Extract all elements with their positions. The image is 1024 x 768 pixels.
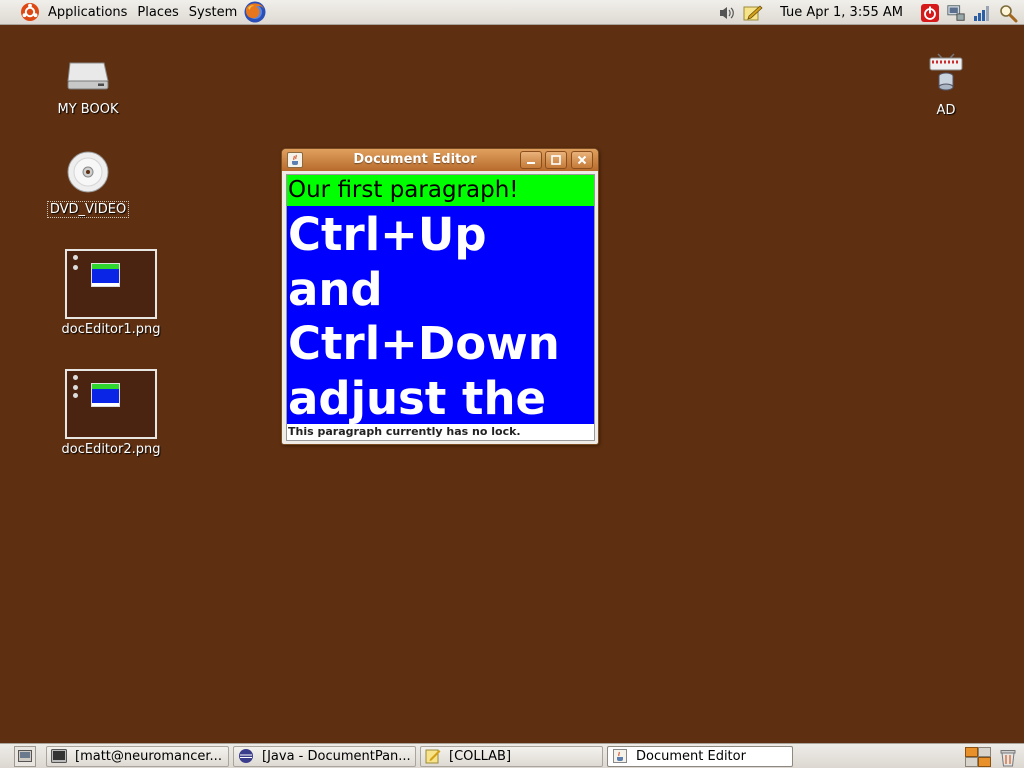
signal-strength-icon[interactable] xyxy=(972,3,992,23)
desktop-icon-ad[interactable]: AD xyxy=(891,50,1001,118)
desktop-icon-label: AD xyxy=(936,103,956,118)
menu-places[interactable]: Places xyxy=(132,0,183,25)
desktop-icon-label: docEditor2.png xyxy=(61,442,161,457)
menu-applications[interactable]: Applications xyxy=(43,0,132,25)
window-titlebar[interactable]: Document Editor xyxy=(282,149,598,171)
dvd-icon xyxy=(67,151,109,193)
document-editor-area[interactable]: Our first paragraph! Ctrl+Up and Ctrl+Do… xyxy=(286,174,595,441)
paragraph-1[interactable]: Our first paragraph! xyxy=(287,175,594,206)
desktop-icon-label: MY BOOK xyxy=(57,102,119,117)
taskbar-item-document-editor[interactable]: Document Editor xyxy=(607,745,793,767)
taskbar-item-label: Document Editor xyxy=(636,748,746,764)
minimize-button[interactable] xyxy=(520,151,542,169)
desktop-icon-doceditor1[interactable]: docEditor1.png xyxy=(56,249,166,337)
minimize-icon xyxy=(527,162,535,164)
eclipse-icon xyxy=(238,748,254,764)
notes-icon[interactable] xyxy=(743,3,763,23)
text-editor-icon xyxy=(425,748,441,764)
network-manager-icon[interactable] xyxy=(946,3,966,23)
bottom-panel: [matt@neuromancer... [Java - DocumentPan… xyxy=(0,743,1024,768)
taskbar-item-label: [matt@neuromancer... xyxy=(75,748,222,764)
workspace-switcher-icon[interactable] xyxy=(965,746,991,767)
show-desktop-button[interactable] xyxy=(14,745,36,767)
maximize-icon xyxy=(551,155,561,165)
desktop-icon-label: docEditor1.png xyxy=(61,322,161,337)
paragraph-2-header[interactable]: Ctrl+Up and Ctrl+Down adjust the header … xyxy=(287,206,594,424)
lock-status-text: This paragraph currently has no lock. xyxy=(287,424,594,440)
maximize-button[interactable] xyxy=(545,151,567,169)
close-button[interactable] xyxy=(571,151,593,169)
document-editor-window[interactable]: Document Editor Our first paragraph! Ctr… xyxy=(281,148,599,445)
taskbar-item-eclipse[interactable]: [Java - DocumentPan... xyxy=(233,745,416,767)
drive-icon xyxy=(67,62,109,90)
search-icon[interactable] xyxy=(998,3,1018,23)
terminal-icon xyxy=(51,748,67,764)
trash-icon[interactable] xyxy=(998,747,1018,767)
taskbar-item-collab[interactable]: [COLLAB] xyxy=(420,745,603,767)
image-thumbnail xyxy=(65,249,157,319)
menu-system[interactable]: System xyxy=(184,0,242,25)
clock[interactable]: Tue Apr 1, 3:55 AM xyxy=(766,5,917,20)
image-thumbnail xyxy=(65,369,157,439)
taskbar-item-label: [Java - DocumentPan... xyxy=(262,748,411,764)
show-desktop-icon xyxy=(18,750,32,762)
desktop-icon-label: DVD_VIDEO xyxy=(46,201,130,218)
taskbar-item-terminal[interactable]: [matt@neuromancer... xyxy=(46,745,229,767)
java-app-icon xyxy=(612,748,628,764)
network-server-icon xyxy=(929,53,963,91)
volume-icon[interactable] xyxy=(717,3,737,23)
power-icon[interactable] xyxy=(920,3,940,23)
ubuntu-logo-icon[interactable] xyxy=(20,2,40,22)
top-panel: Applications Places System Tue Apr 1, 3:… xyxy=(0,0,1024,25)
firefox-icon[interactable] xyxy=(243,0,267,24)
taskbar-item-label: [COLLAB] xyxy=(449,748,512,764)
desktop-icon-doceditor2[interactable]: docEditor2.png xyxy=(56,369,166,457)
desktop-icon-dvd-video[interactable]: DVD_VIDEO xyxy=(33,150,143,218)
close-icon xyxy=(577,155,587,165)
desktop-icon-my-book[interactable]: MY BOOK xyxy=(33,55,143,117)
system-tray: Tue Apr 1, 3:55 AM xyxy=(714,0,1024,25)
